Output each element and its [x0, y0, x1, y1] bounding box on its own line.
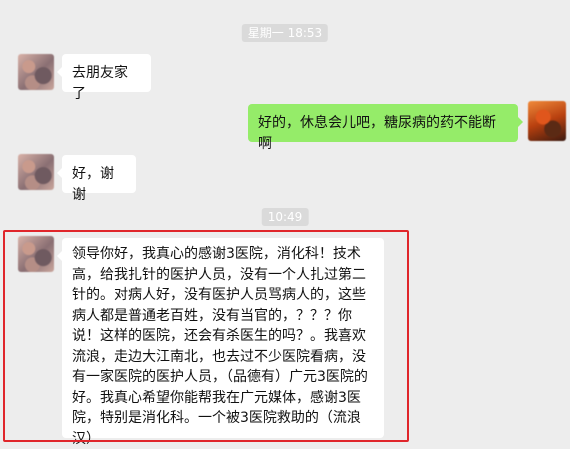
message-bubble-incoming[interactable]: 去朋友家了 [57, 54, 151, 102]
contact-avatar[interactable] [18, 54, 54, 90]
message-text: 领导你好，我真心的感谢3医院，消化科！技术高，给我扎针的医护人员，没有一个人扎过… [72, 246, 368, 447]
user-avatar[interactable] [528, 101, 566, 141]
message-bubble-incoming[interactable]: 好，谢谢 [57, 155, 136, 203]
timestamp: 10:49 [261, 208, 309, 226]
contact-avatar[interactable] [18, 154, 54, 190]
message-bubble-outgoing[interactable]: 好的，休息会儿吧，糖尿病的药不能断啊 [248, 104, 523, 152]
message-text: 去朋友家了 [72, 65, 128, 102]
message-text: 好的，休息会儿吧，糖尿病的药不能断啊 [258, 115, 496, 152]
message-text: 好，谢谢 [72, 166, 114, 203]
message-bubble-incoming[interactable]: 领导你好，我真心的感谢3医院，消化科！技术高，给我扎针的医护人员，没有一个人扎过… [57, 238, 384, 447]
timestamp: 星期一 18:53 [241, 24, 329, 42]
contact-avatar[interactable] [18, 236, 54, 272]
